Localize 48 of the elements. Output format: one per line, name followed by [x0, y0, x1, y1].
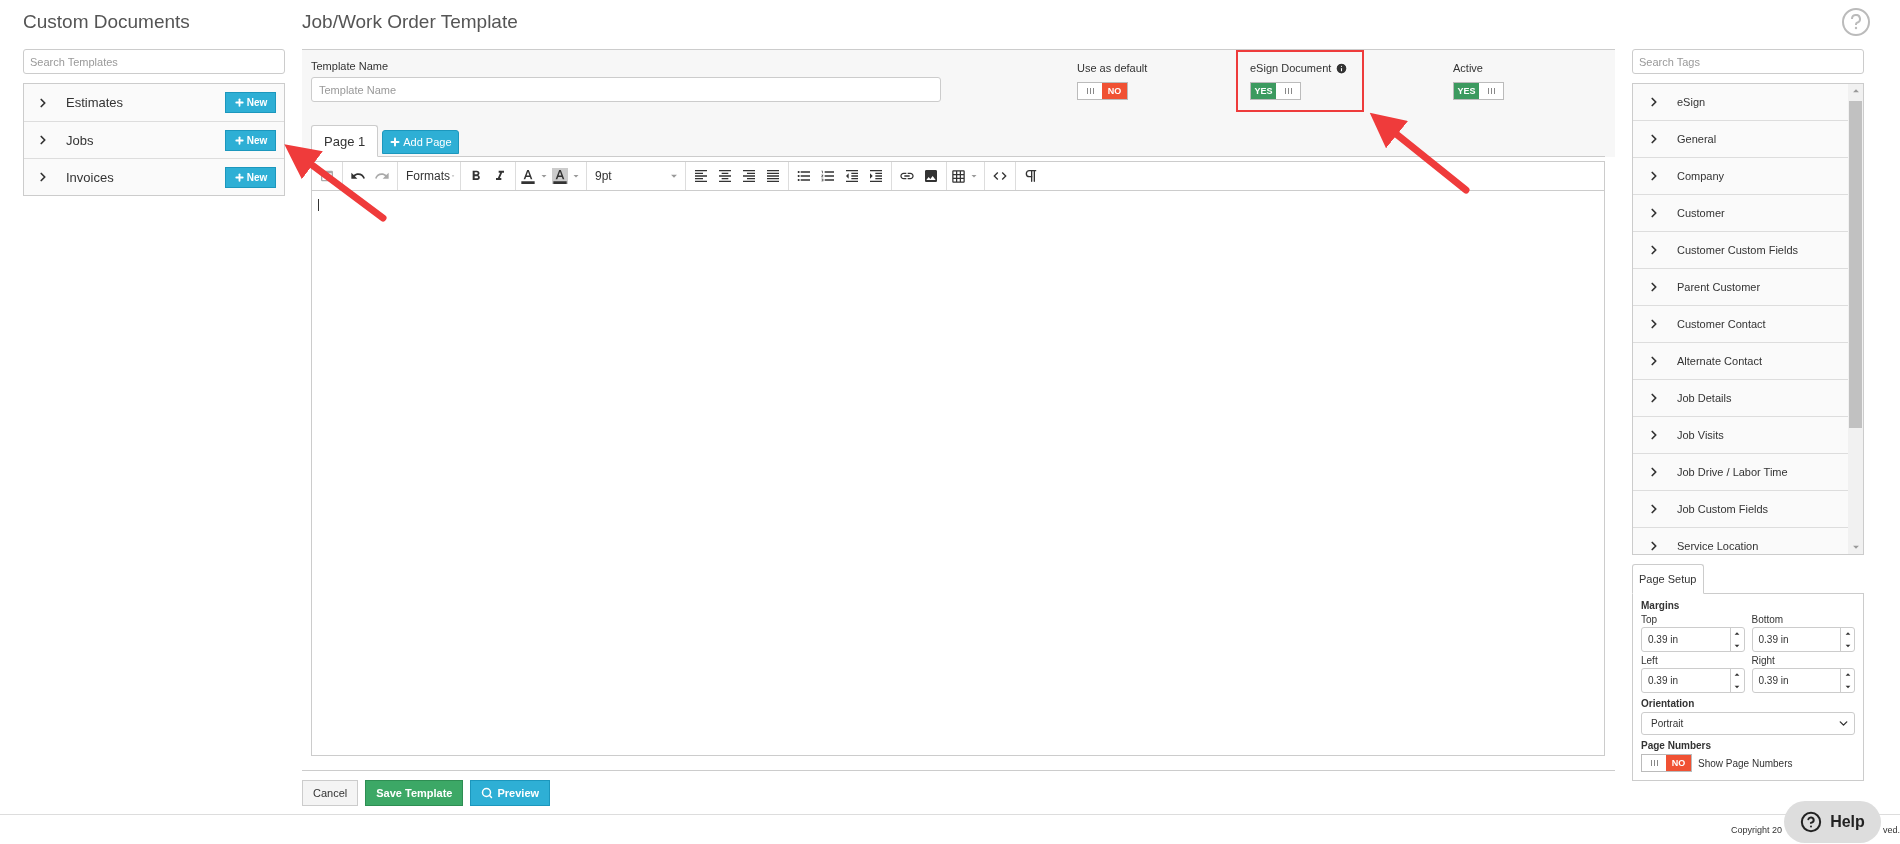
plus-icon — [233, 97, 245, 108]
section-heading: Margins — [1641, 600, 1681, 611]
section-heading: Orientation — [1641, 698, 1696, 709]
toggle-switch[interactable]: NO — [1641, 754, 1692, 772]
toggle-label: eSign Document — [1250, 62, 1332, 74]
scrollbar-thumb[interactable] — [1849, 101, 1862, 428]
toggle-caption: Show Page Numbers — [1698, 757, 1793, 769]
margin-field[interactable]: 0.39 in — [1751, 627, 1855, 652]
cancel-button[interactable]: Cancel — [302, 780, 359, 806]
template-name-field[interactable]: Template Name — [311, 77, 941, 102]
toggle-switch[interactable]: YES — [1453, 82, 1504, 100]
category-label[interactable]: Invoices — [66, 169, 225, 185]
help-button[interactable]: Help — [1784, 800, 1881, 843]
text-color-icon[interactable] — [520, 168, 536, 184]
search-field[interactable]: Search Tags — [1632, 49, 1864, 74]
plus-icon — [233, 134, 245, 146]
search-field[interactable]: Search Templates — [23, 49, 285, 74]
toggle-switch[interactable]: YES — [1250, 82, 1301, 100]
field-label: Template Name — [311, 60, 390, 72]
help-icon — [1800, 810, 1823, 833]
plus-icon — [233, 171, 245, 183]
page-setup-tab[interactable]: Page Setup — [1632, 564, 1704, 594]
orientation-select[interactable]: Portrait — [1641, 712, 1855, 735]
editor-title: Job/Work Order Template — [302, 10, 519, 34]
category-label[interactable]: Estimates — [66, 95, 225, 110]
margin-field[interactable]: 0.39 in — [1751, 668, 1855, 693]
field-label: Left — [1641, 655, 1659, 666]
field-label: Bottom — [1751, 614, 1785, 625]
toggle-switch[interactable]: NO — [1077, 82, 1128, 100]
copyright-text: Copyright 20 — [1730, 824, 1782, 835]
copyright-text: ved. — [1883, 824, 1900, 835]
field-label: Right — [1751, 655, 1776, 666]
toggle-label: Use as default — [1077, 62, 1148, 74]
toggle-label: Active — [1453, 62, 1483, 74]
section-heading: Page Numbers — [1641, 740, 1713, 751]
font-size-dropdown[interactable]: 9pt — [591, 165, 681, 187]
field-label: Top — [1641, 614, 1659, 625]
search-icon — [481, 787, 494, 799]
plus-icon — [389, 136, 402, 148]
margin-field[interactable]: 0.39 in — [1641, 668, 1745, 693]
page-title: Custom Documents — [23, 10, 191, 34]
info-icon — [1335, 61, 1349, 75]
table-icon[interactable] — [951, 168, 966, 184]
page-tab[interactable]: Page 1 — [311, 125, 379, 157]
formats-dropdown[interactable]: Formats — [402, 165, 456, 187]
margin-field[interactable]: 0.39 in — [1641, 627, 1745, 652]
category-label[interactable]: Jobs — [66, 132, 225, 148]
highlight-color-icon[interactable] — [552, 168, 568, 184]
